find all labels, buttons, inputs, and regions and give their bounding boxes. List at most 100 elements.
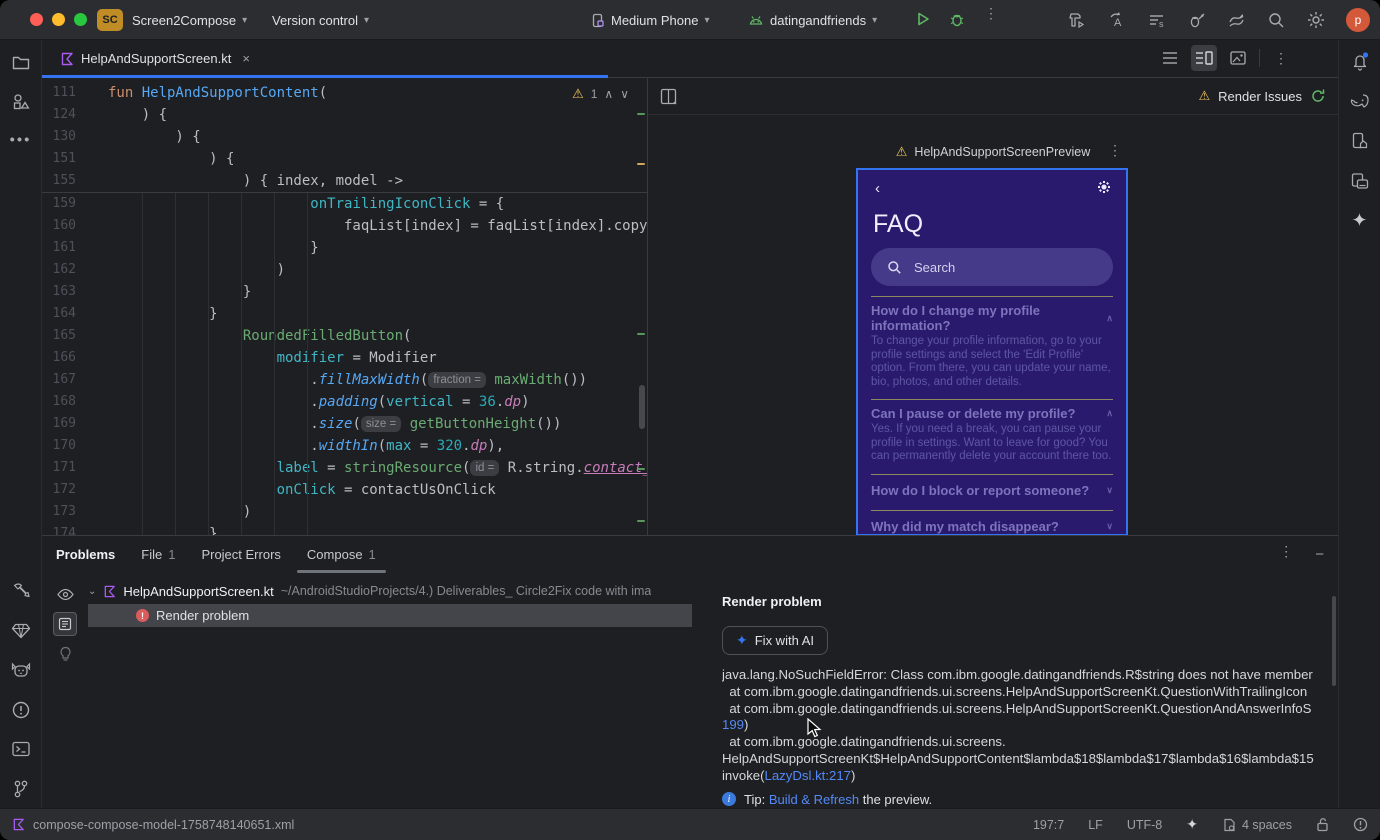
render-issues-label[interactable]: Render Issues	[1218, 89, 1302, 104]
debug-button[interactable]	[948, 10, 966, 28]
device-selector[interactable]: Medium Phone ▾	[590, 0, 709, 40]
close-tab-icon[interactable]: ×	[242, 51, 250, 66]
details-scrollbar-thumb[interactable]	[1332, 596, 1336, 686]
git-branch-icon[interactable]	[12, 780, 29, 799]
sync-project-icon[interactable]	[1216, 0, 1256, 40]
code-line[interactable]: 151 ) {	[42, 148, 647, 170]
problems-tab-bar: Problems File 1 Project Errors Compose 1	[42, 536, 1338, 573]
quickfix-bulb-icon[interactable]	[53, 642, 77, 666]
problems-file-row[interactable]: ⌄ HelpAndSupportScreen.kt ~/AndroidStudi…	[88, 580, 738, 602]
preview-title[interactable]: ⚠ HelpAndSupportScreenPreview ⋮	[648, 143, 1338, 160]
sticky-code-lines: 111 fun HelpAndSupportContent(124 ) {130 …	[42, 78, 647, 193]
problems-toolbar	[50, 582, 80, 666]
code-line[interactable]: 174 }	[42, 523, 647, 535]
code-line[interactable]: 164 }	[42, 303, 647, 325]
notifications-bell-icon[interactable]	[1350, 51, 1370, 71]
prev-issue-icon[interactable]: ∧	[604, 87, 613, 101]
code-line[interactable]: 162 )	[42, 259, 647, 281]
code-line[interactable]: 161 }	[42, 237, 647, 259]
fix-with-ai-button[interactable]: ✦ Fix with AI	[722, 626, 828, 655]
logcat-icon[interactable]	[11, 662, 31, 680]
code-line[interactable]: 111 fun HelpAndSupportContent(	[42, 82, 647, 104]
tab-file[interactable]: File 1	[141, 536, 175, 573]
run-configuration[interactable]: datingandfriends ▾	[748, 0, 877, 40]
gemini-sparkle-icon[interactable]: ✦	[1352, 210, 1368, 233]
close-window-button[interactable]	[30, 13, 43, 26]
error-indicator-icon[interactable]	[1353, 817, 1368, 832]
device-manager-icon[interactable]	[1350, 172, 1369, 190]
editor-tab[interactable]: HelpAndSupportScreen.kt ×	[50, 40, 260, 77]
preview-problem-icon[interactable]	[53, 582, 77, 606]
vcs-menu[interactable]: Version control ▾	[272, 0, 369, 40]
code-view-icon[interactable]	[1157, 45, 1183, 71]
code-line[interactable]: 171 label = stringResource(id = R.string…	[42, 457, 647, 479]
project-menu[interactable]: Screen2Compose ▾	[132, 0, 247, 40]
app-insights-icon[interactable]	[11, 623, 30, 640]
preview-options-icon[interactable]: ⋮	[1108, 143, 1122, 157]
build-refresh-link[interactable]: Build & Refresh	[769, 792, 859, 807]
refresh-icon[interactable]	[1310, 88, 1326, 104]
code-line[interactable]: 160 faqList[index] = faqList[index].copy…	[42, 215, 647, 237]
code-editor[interactable]: ⚠ 1 ∧ ∨ 111 fun HelpAndSupportContent(124…	[42, 78, 647, 535]
preview-device-frame[interactable]: ‹ FAQ Search How do I change my profile …	[856, 168, 1128, 536]
user-avatar[interactable]: p	[1346, 8, 1370, 32]
minimize-window-button[interactable]	[52, 13, 65, 26]
chevron-down-icon: ▾	[872, 14, 878, 26]
code-line[interactable]: 155 ) { index, model ->	[42, 170, 647, 192]
preview-layout-icon[interactable]	[660, 88, 677, 105]
problems-tool-icon[interactable]	[11, 701, 30, 720]
code-line[interactable]: 124 ) {	[42, 104, 647, 126]
ai-code-suggestion-icon[interactable]: A	[1096, 0, 1136, 40]
code-line[interactable]: 173 )	[42, 501, 647, 523]
code-line[interactable]: 165 RoundedFilledButton(	[42, 325, 647, 347]
project-folder-icon[interactable]	[11, 55, 30, 72]
settings-gear-icon[interactable]	[1296, 0, 1336, 40]
next-issue-icon[interactable]: ∨	[620, 87, 629, 101]
line-ending[interactable]: LF	[1088, 818, 1103, 832]
code-line[interactable]: 168 .padding(vertical = 36.dp)	[42, 391, 647, 413]
inspection-widget[interactable]: ⚠ 1 ∧ ∨	[572, 86, 629, 102]
code-line[interactable]: 170 .widthIn(max = 320.dp),	[42, 435, 647, 457]
tab-compose[interactable]: Compose 1	[296, 536, 386, 573]
code-line[interactable]: 172 onClick = contactUsOnClick	[42, 479, 647, 501]
code-line[interactable]: 167 .fillMaxWidth(fraction = maxWidth())	[42, 369, 647, 391]
code-line[interactable]: 169 .size(size = getButtonHeight())	[42, 413, 647, 435]
code-line[interactable]: 163 }	[42, 281, 647, 303]
trace-link[interactable]: 199	[722, 717, 744, 732]
caret-position[interactable]: 197:7	[1033, 818, 1064, 832]
ai-status-sparkle-icon[interactable]: ✦	[1186, 816, 1198, 833]
terminal-icon[interactable]	[11, 741, 30, 758]
code-line[interactable]: 159 onTrailingIconClick = {	[42, 193, 647, 215]
search-everywhere-icon[interactable]	[1256, 0, 1296, 40]
status-file[interactable]: compose-compose-model-1758748140651.xml	[12, 818, 294, 832]
more-tool-windows-icon[interactable]: •••	[10, 132, 32, 149]
file-encoding[interactable]: UTF-8	[1127, 818, 1162, 832]
panel-options-icon[interactable]: ⋮	[1279, 544, 1293, 563]
gradle-icon[interactable]	[1350, 93, 1370, 109]
tab-project-errors[interactable]: Project Errors	[201, 536, 280, 573]
trace-link[interactable]: LazyDsl.kt:217	[765, 768, 852, 783]
minimize-panel-icon[interactable]: −	[1315, 546, 1324, 563]
render-problem-row[interactable]: ! Render problem	[88, 604, 692, 627]
lock-icon[interactable]	[1316, 817, 1329, 832]
code-line[interactable]: 166 modifier = Modifier	[42, 347, 647, 369]
build-icon[interactable]	[1056, 0, 1096, 40]
running-devices-icon[interactable]	[1350, 132, 1369, 151]
zoom-window-button[interactable]	[74, 13, 87, 26]
show-details-icon[interactable]	[53, 612, 77, 636]
code-line[interactable]: 130 ) {	[42, 126, 647, 148]
design-view-icon[interactable]	[1225, 45, 1251, 71]
resource-manager-icon[interactable]	[12, 93, 30, 111]
attach-debugger-icon[interactable]	[1176, 0, 1216, 40]
chevron-down-icon: ⌄	[88, 585, 97, 597]
editor-options-icon[interactable]: ⋮	[1268, 45, 1294, 71]
problem-details: Render problem ✦ Fix with AI java.lang.N…	[722, 580, 1378, 808]
editor-scrollbar-thumb[interactable]	[639, 385, 645, 429]
split-view-icon[interactable]	[1191, 45, 1217, 71]
editor-scroll-markers[interactable]	[635, 78, 647, 535]
build-tool-icon[interactable]	[11, 582, 30, 601]
todo-list-icon[interactable]: s	[1136, 0, 1176, 40]
more-run-options-icon[interactable]: ⋮	[984, 6, 998, 20]
indent-setting[interactable]: 4 spaces	[1222, 818, 1292, 832]
run-button[interactable]	[914, 10, 932, 28]
